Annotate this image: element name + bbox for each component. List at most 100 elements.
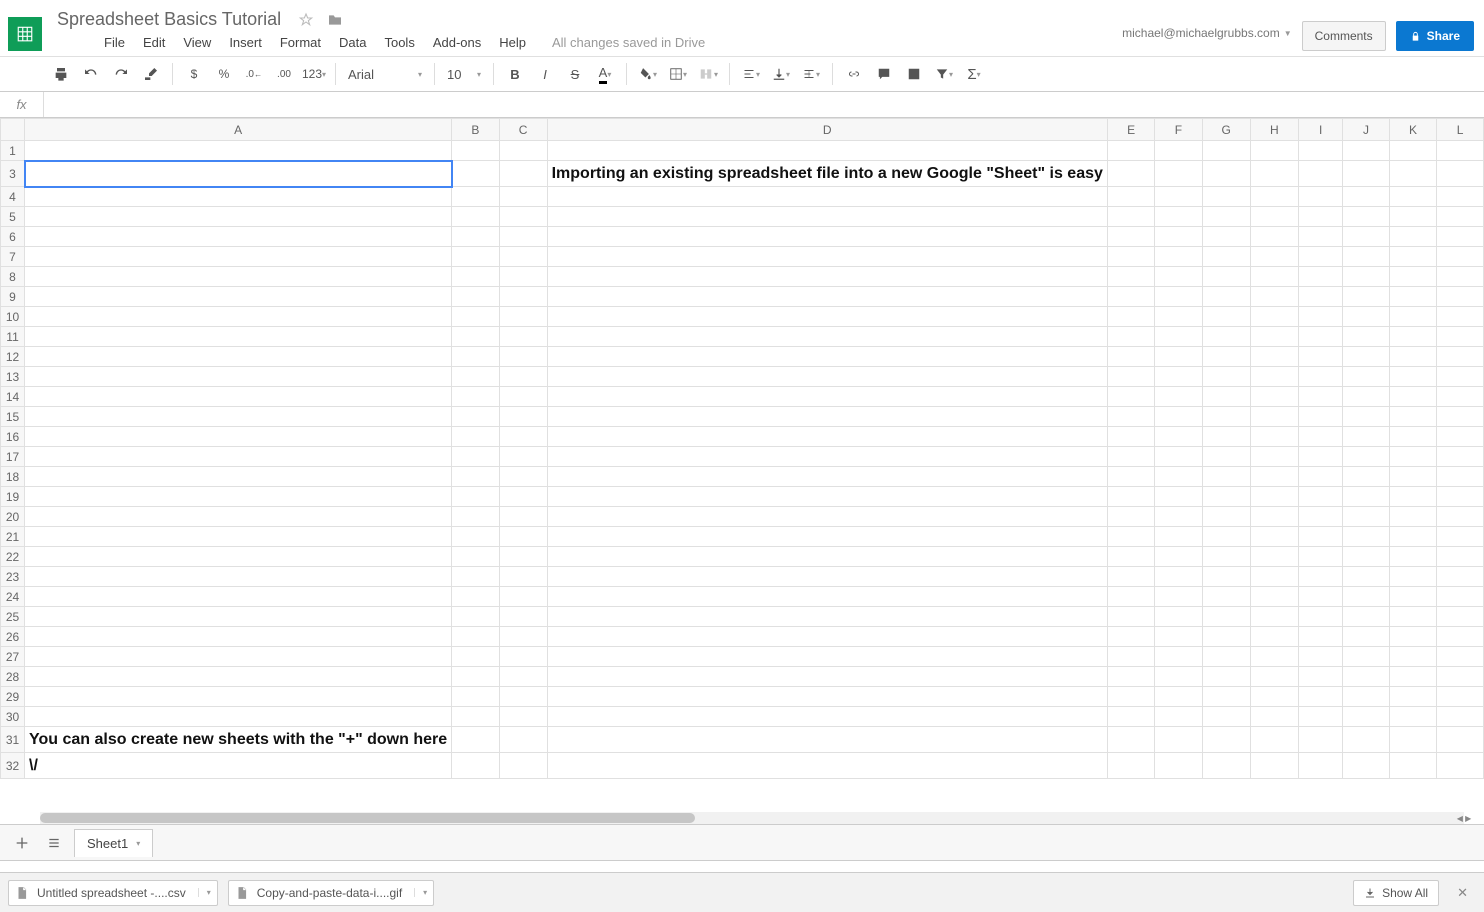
cell-K1[interactable] — [1389, 141, 1437, 161]
cell-F7[interactable] — [1155, 247, 1202, 267]
cell-L11[interactable] — [1437, 327, 1484, 347]
cell-G29[interactable] — [1202, 687, 1250, 707]
print-icon[interactable] — [48, 61, 74, 87]
cell-J9[interactable] — [1343, 287, 1389, 307]
cell-F32[interactable] — [1155, 753, 1202, 779]
row-header-9[interactable]: 9 — [1, 287, 25, 307]
cell-I10[interactable] — [1298, 307, 1343, 327]
cell-F25[interactable] — [1155, 607, 1202, 627]
cell-D13[interactable] — [547, 367, 1107, 387]
select-all-corner[interactable] — [1, 119, 25, 141]
decrease-decimal-icon[interactable]: .0← — [241, 61, 267, 87]
cell-E13[interactable] — [1107, 367, 1155, 387]
row-header-14[interactable]: 14 — [1, 387, 25, 407]
all-sheets-button[interactable] — [42, 831, 66, 855]
cell-J10[interactable] — [1343, 307, 1389, 327]
cell-H7[interactable] — [1250, 247, 1298, 267]
borders-icon[interactable]: ▾ — [665, 61, 691, 87]
cell-I24[interactable] — [1298, 587, 1343, 607]
cell-E31[interactable] — [1107, 727, 1155, 753]
cell-L16[interactable] — [1437, 427, 1484, 447]
cell-A28[interactable] — [25, 667, 452, 687]
cell-A29[interactable] — [25, 687, 452, 707]
cell-K23[interactable] — [1389, 567, 1437, 587]
cell-D1[interactable] — [547, 141, 1107, 161]
cell-I16[interactable] — [1298, 427, 1343, 447]
cell-C21[interactable] — [499, 527, 547, 547]
cell-J26[interactable] — [1343, 627, 1389, 647]
cell-F11[interactable] — [1155, 327, 1202, 347]
cell-F26[interactable] — [1155, 627, 1202, 647]
insert-comment-icon[interactable] — [871, 61, 897, 87]
cell-C26[interactable] — [499, 627, 547, 647]
cell-G22[interactable] — [1202, 547, 1250, 567]
cell-G8[interactable] — [1202, 267, 1250, 287]
row-header-22[interactable]: 22 — [1, 547, 25, 567]
cell-J13[interactable] — [1343, 367, 1389, 387]
row-header-29[interactable]: 29 — [1, 687, 25, 707]
insert-chart-icon[interactable] — [901, 61, 927, 87]
cell-E16[interactable] — [1107, 427, 1155, 447]
merge-cells-icon[interactable]: ▾ — [695, 61, 721, 87]
cell-C6[interactable] — [499, 227, 547, 247]
cell-C13[interactable] — [499, 367, 547, 387]
cell-A20[interactable] — [25, 507, 452, 527]
cell-K27[interactable] — [1389, 647, 1437, 667]
cell-E6[interactable] — [1107, 227, 1155, 247]
cell-H14[interactable] — [1250, 387, 1298, 407]
cell-E3[interactable] — [1107, 161, 1155, 187]
cell-I22[interactable] — [1298, 547, 1343, 567]
cell-L9[interactable] — [1437, 287, 1484, 307]
cell-E17[interactable] — [1107, 447, 1155, 467]
text-wrap-icon[interactable]: ▾ — [798, 61, 824, 87]
cell-I26[interactable] — [1298, 627, 1343, 647]
cell-K9[interactable] — [1389, 287, 1437, 307]
cell-C12[interactable] — [499, 347, 547, 367]
cell-G27[interactable] — [1202, 647, 1250, 667]
cell-A3[interactable] — [25, 161, 452, 187]
cell-B16[interactable] — [452, 427, 500, 447]
cell-J27[interactable] — [1343, 647, 1389, 667]
sheets-app-icon[interactable] — [8, 17, 42, 51]
row-header-21[interactable]: 21 — [1, 527, 25, 547]
cell-H20[interactable] — [1250, 507, 1298, 527]
column-header-H[interactable]: H — [1250, 119, 1298, 141]
cell-A22[interactable] — [25, 547, 452, 567]
cell-C24[interactable] — [499, 587, 547, 607]
cell-L26[interactable] — [1437, 627, 1484, 647]
cell-F21[interactable] — [1155, 527, 1202, 547]
cell-L19[interactable] — [1437, 487, 1484, 507]
cell-I14[interactable] — [1298, 387, 1343, 407]
cell-E11[interactable] — [1107, 327, 1155, 347]
cell-G25[interactable] — [1202, 607, 1250, 627]
cell-F24[interactable] — [1155, 587, 1202, 607]
cell-H32[interactable] — [1250, 753, 1298, 779]
cell-C22[interactable] — [499, 547, 547, 567]
row-header-5[interactable]: 5 — [1, 207, 25, 227]
cell-I20[interactable] — [1298, 507, 1343, 527]
cell-F30[interactable] — [1155, 707, 1202, 727]
cell-D7[interactable] — [547, 247, 1107, 267]
cell-D29[interactable] — [547, 687, 1107, 707]
document-title[interactable]: Spreadsheet Basics Tutorial — [52, 6, 286, 33]
cell-H27[interactable] — [1250, 647, 1298, 667]
percent-button[interactable]: % — [211, 61, 237, 87]
cell-I6[interactable] — [1298, 227, 1343, 247]
cell-C25[interactable] — [499, 607, 547, 627]
cell-E26[interactable] — [1107, 627, 1155, 647]
cell-D31[interactable] — [547, 727, 1107, 753]
cell-B17[interactable] — [452, 447, 500, 467]
cell-D26[interactable] — [547, 627, 1107, 647]
cell-C20[interactable] — [499, 507, 547, 527]
cell-A8[interactable] — [25, 267, 452, 287]
cell-B30[interactable] — [452, 707, 500, 727]
cell-I17[interactable] — [1298, 447, 1343, 467]
cell-A17[interactable] — [25, 447, 452, 467]
cell-I30[interactable] — [1298, 707, 1343, 727]
cell-A10[interactable] — [25, 307, 452, 327]
cell-H28[interactable] — [1250, 667, 1298, 687]
cell-H10[interactable] — [1250, 307, 1298, 327]
cell-C19[interactable] — [499, 487, 547, 507]
cell-A14[interactable] — [25, 387, 452, 407]
cell-E10[interactable] — [1107, 307, 1155, 327]
